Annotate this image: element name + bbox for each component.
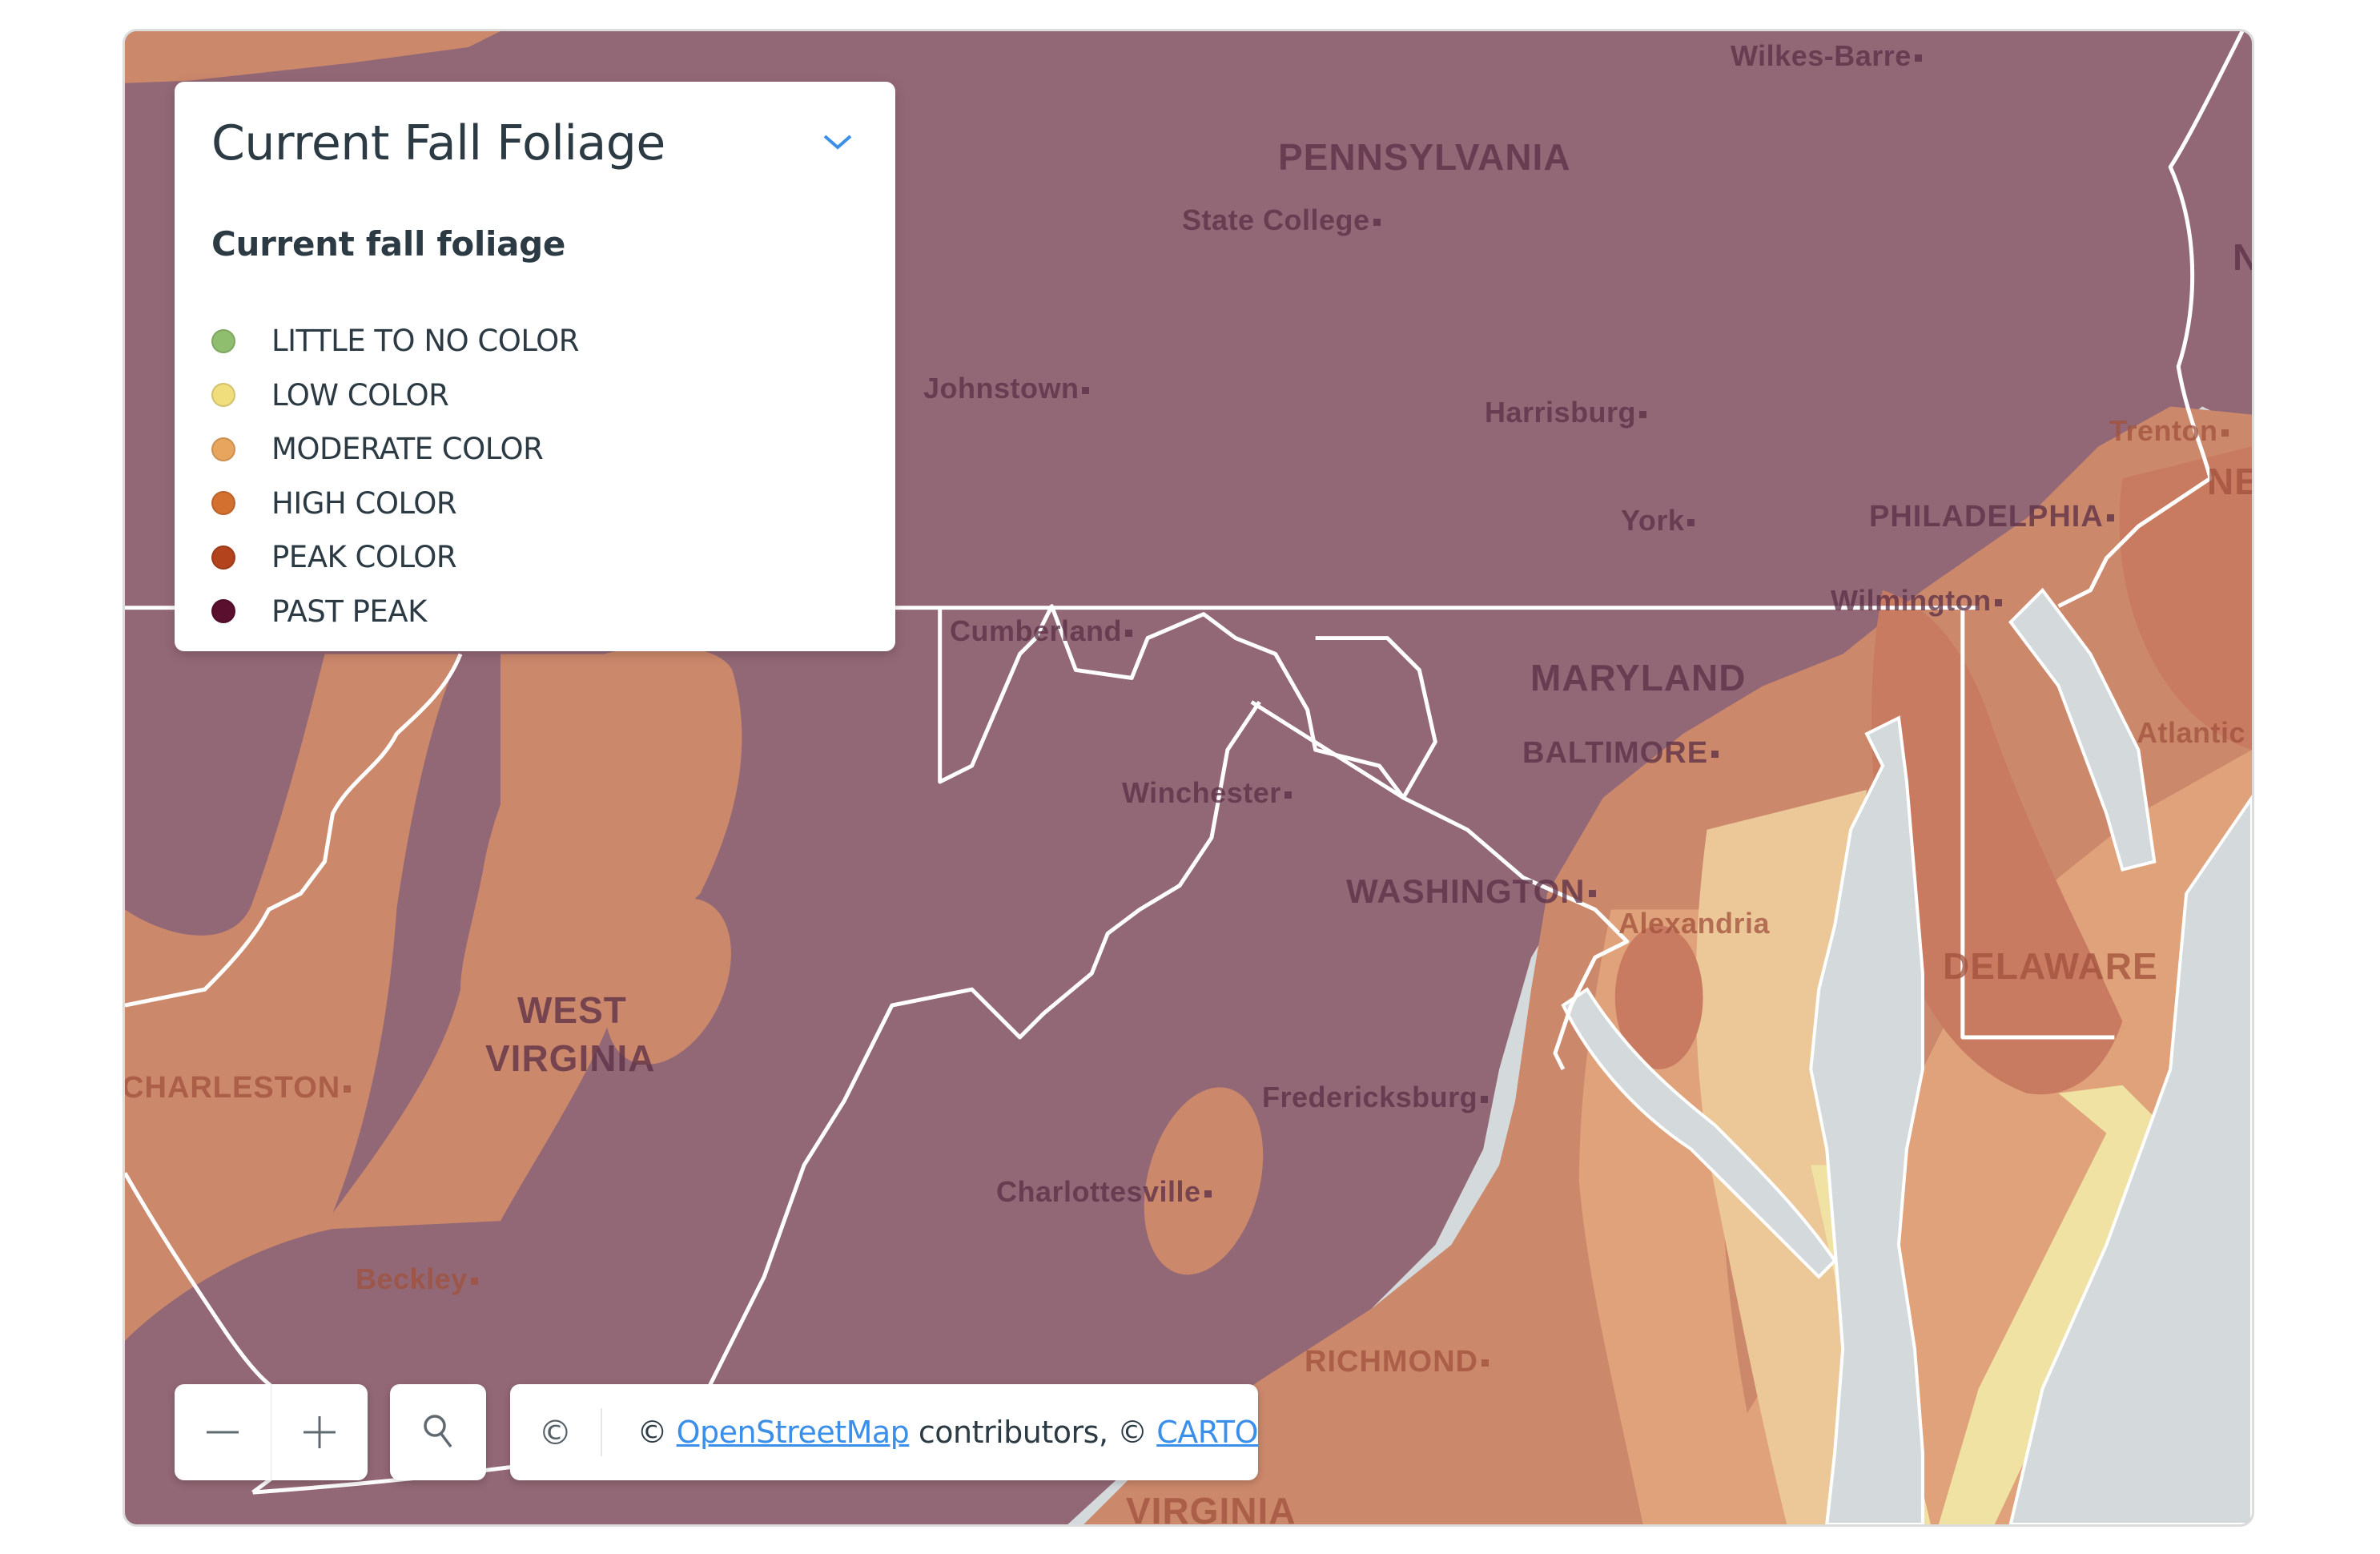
legend-subtitle: Current fall foliage (211, 224, 566, 264)
legend-item: MODERATE COLOR (211, 422, 579, 477)
label-pennsylvania: PENNSYLVANIA (1278, 136, 1571, 178)
label-state-college: State College (1182, 203, 1381, 237)
minus-icon (206, 1431, 239, 1434)
search-icon (424, 1415, 452, 1448)
label-virginia-wv: VIRGINIA (485, 1037, 656, 1079)
legend-swatch-icon (211, 437, 235, 461)
label-maryland: MARYLAND (1530, 657, 1747, 698)
legend-item-label: MODERATE COLOR (271, 432, 544, 467)
legend-swatch-icon (211, 328, 235, 353)
label-richmond: RICHMOND (1305, 1345, 1489, 1379)
label-johnstown: Johnstown (923, 372, 1090, 405)
chevron-down-icon[interactable] (822, 130, 854, 154)
legend-swatch-icon (211, 599, 235, 624)
legend-item-label: HIGH COLOR (271, 485, 457, 521)
legend-swatch-icon (211, 545, 235, 570)
carto-link[interactable]: CARTO (1156, 1415, 1258, 1450)
label-harrisburg: Harrisburg (1485, 396, 1647, 429)
plus-icon (304, 1416, 336, 1448)
zoom-controls (175, 1384, 368, 1480)
legend-item-label: LITTLE TO NO COLOR (271, 324, 579, 359)
label-york: York (1621, 504, 1695, 537)
label-virginia: VIRGINIA (1126, 1490, 1297, 1527)
legend-item-label: PAST PEAK (271, 594, 427, 629)
legend-title: Current Fall Foliage (211, 115, 665, 171)
legend-item: LOW COLOR (211, 368, 579, 423)
legend-list: LITTLE TO NO COLOR LOW COLOR MODERATE CO… (211, 314, 579, 638)
legend-item: PEAK COLOR (211, 530, 579, 585)
legend-item: HIGH COLOR (211, 477, 579, 531)
legend-swatch-icon (211, 491, 235, 516)
label-west: WEST (517, 989, 627, 1031)
attribution-divider (600, 1408, 602, 1456)
label-wilkes-barre: Wilkes-Barre (1731, 39, 1922, 73)
label-nj-partial: NE (2207, 461, 2252, 502)
attribution-prefix: © (637, 1415, 677, 1450)
attribution-text: © OpenStreetMap contributors, © CARTO (637, 1415, 1259, 1450)
legend-swatch-icon (211, 383, 235, 408)
label-baltimore: BALTIMORE (1522, 736, 1719, 771)
label-charleston: CHARLESTON (125, 1071, 352, 1105)
attribution-control: © © OpenStreetMap contributors, © CARTO (510, 1384, 1258, 1480)
label-wilmington: Wilmington (1831, 584, 2002, 618)
map-container[interactable]: Wilkes-Barre PENNSYLVANIA State College … (123, 29, 2254, 1527)
label-philadelphia: PHILADELPHIA (1869, 500, 2114, 534)
label-cumberland: Cumberland (950, 614, 1133, 648)
label-delaware: DELAWARE (1943, 945, 2158, 987)
zoom-in-button[interactable] (271, 1384, 368, 1480)
legend-item-label: LOW COLOR (271, 377, 449, 413)
label-winchester: Winchester (1122, 776, 1292, 810)
label-trenton: Trenton (2109, 414, 2229, 448)
label-charlottesville: Charlottesville (996, 1175, 1212, 1209)
label-ny-partial: N (2233, 236, 2252, 279)
openstreetmap-link[interactable]: OpenStreetMap (677, 1415, 910, 1450)
legend-item-label: PEAK COLOR (271, 540, 457, 575)
legend-panel: Current Fall Foliage Current fall foliag… (175, 82, 895, 651)
zoom-out-button[interactable] (175, 1384, 271, 1480)
legend-item: PAST PEAK (211, 585, 579, 639)
attribution-middle: contributors, © (909, 1415, 1157, 1450)
label-atlantic: Atlantic (2137, 716, 2246, 749)
legend-item: LITTLE TO NO COLOR (211, 314, 579, 368)
label-washington: WASHINGTON (1346, 872, 1596, 911)
search-button[interactable] (390, 1384, 486, 1480)
label-fredericksburg: Fredericksburg (1262, 1081, 1489, 1114)
label-beckley: Beckley (356, 1262, 478, 1296)
label-alexandria: Alexandria (1618, 907, 1771, 940)
attribution-toggle-button[interactable]: © (510, 1413, 601, 1452)
